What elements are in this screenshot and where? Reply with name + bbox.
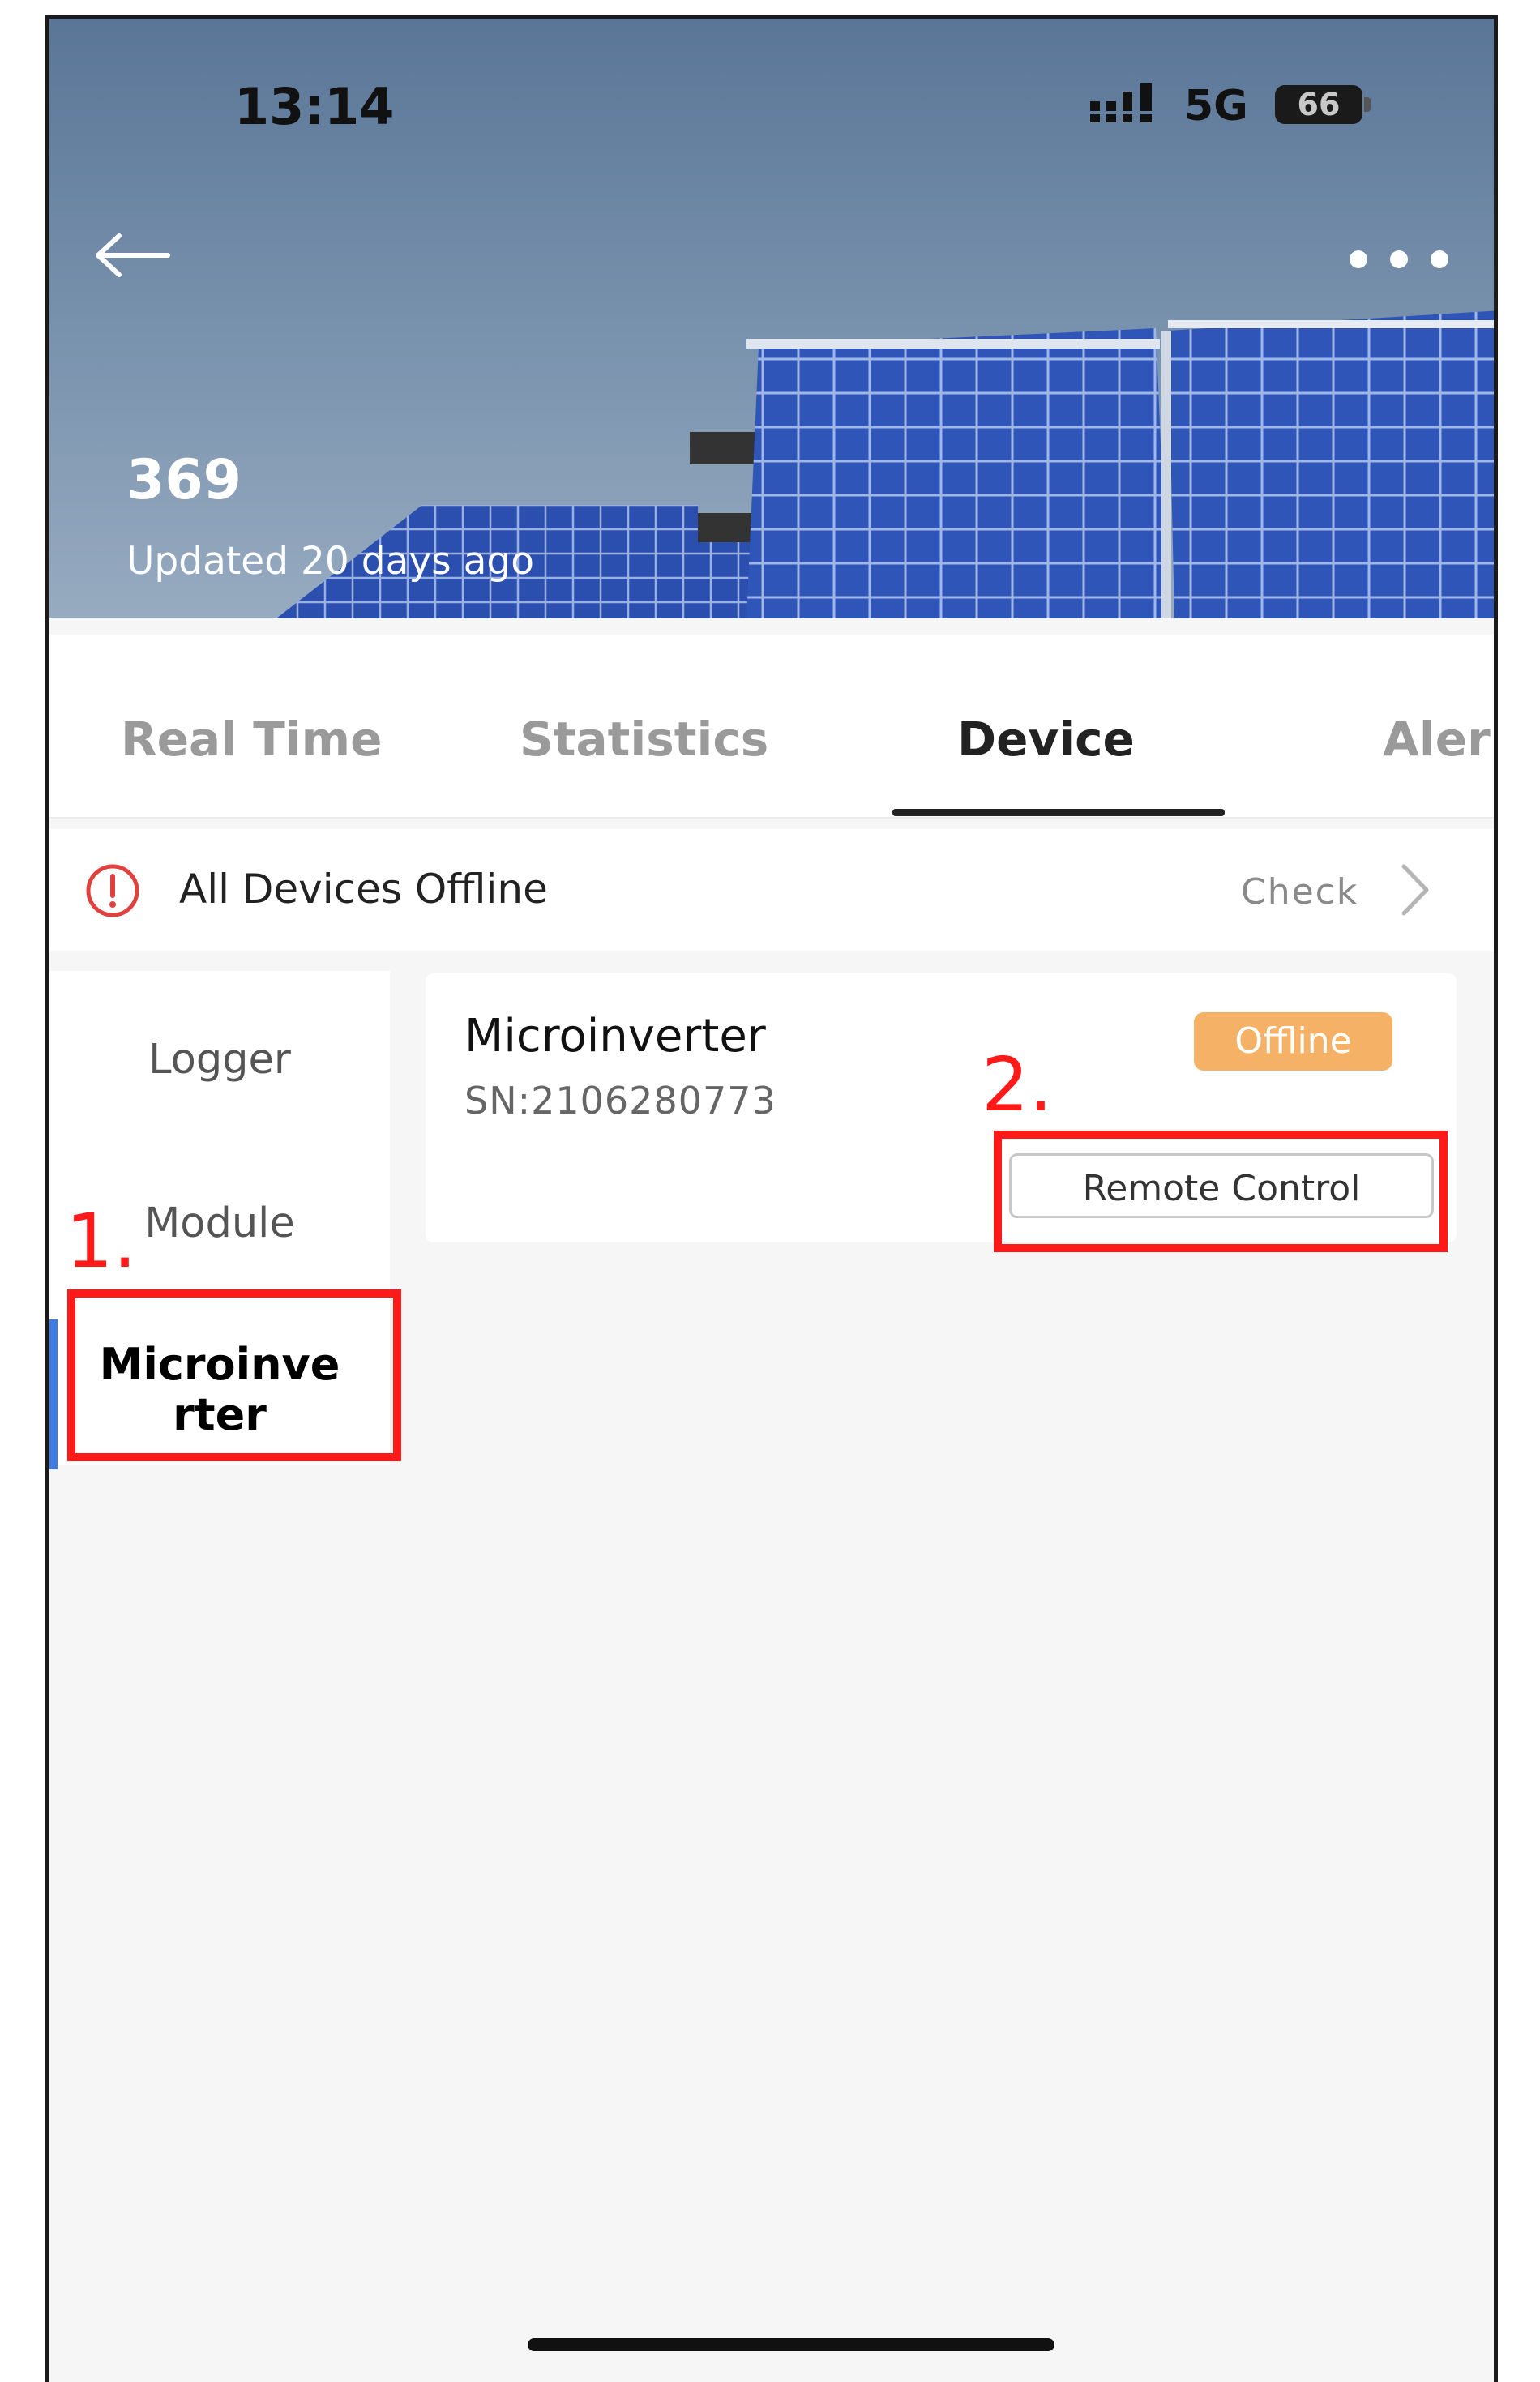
offline-alert-bar[interactable]: All Devices Offline Check [49,829,1494,951]
plant-value: 369 [126,448,242,512]
tab-real-time[interactable]: Real Time [121,712,382,767]
status-time: 13:14 [234,77,395,136]
check-link[interactable]: Check [1241,871,1358,913]
tab-statistics[interactable]: Statistics [520,712,768,767]
chevron-right-icon[interactable] [1399,862,1431,918]
warning-circle-icon [86,864,139,917]
annotation-step-2: 2. [982,1041,1053,1128]
arrow-left-icon[interactable] [92,231,173,280]
active-tab-indicator [892,809,1225,816]
device-name: Microinverter [464,1010,766,1063]
annotation-box-2 [994,1131,1448,1252]
network-type: 5G [1184,82,1248,130]
status-badge: Offline [1194,1012,1392,1071]
more-dots-icon[interactable] [1346,247,1452,272]
annotation-step-1: 1. [66,1198,137,1285]
alert-text: All Devices Offline [179,866,548,913]
plant-header: 13:14 5G 66 369 Updated 20 days ago [49,19,1494,618]
battery-icon: 66 [1275,85,1372,124]
signal-icon [1090,83,1152,122]
tab-alerts[interactable]: Aler [1383,712,1491,767]
annotation-box-1 [67,1289,401,1461]
tab-device[interactable]: Device [957,712,1135,767]
home-indicator[interactable] [528,2338,1054,2351]
nav-logger[interactable]: Logger [49,1036,390,1084]
tab-bar: Real Time Statistics Device Aler [49,635,1494,819]
updated-text: Updated 20 days ago [126,539,535,584]
battery-percent: 66 [1297,87,1341,122]
device-serial-number: SN:2106280773 [464,1079,776,1123]
phone-screen: 13:14 5G 66 369 Updated 20 days ago Real… [45,15,1498,2382]
